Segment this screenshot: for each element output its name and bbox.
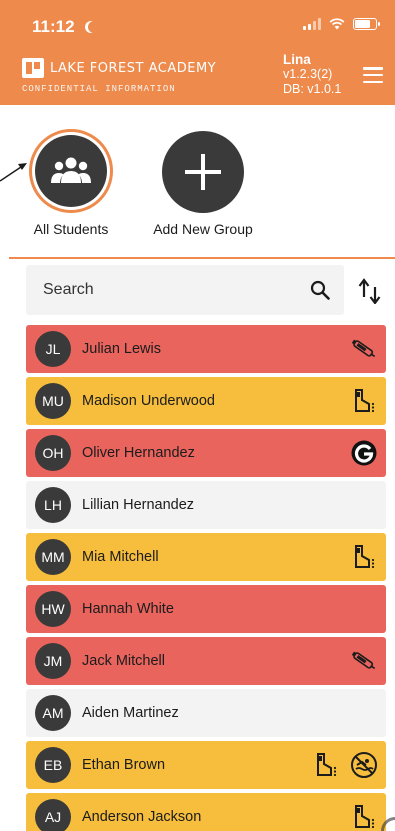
signal-icon	[303, 18, 321, 30]
epipen-icon	[350, 335, 378, 363]
student-name: Madison Underwood	[82, 393, 215, 409]
focus-moon-icon	[88, 21, 100, 33]
student-row[interactable]: JM Jack Mitchell	[26, 637, 386, 685]
student-avatar: JM	[35, 643, 71, 679]
student-row[interactable]: MM Mia Mitchell	[26, 533, 386, 581]
student-name: Julian Lewis	[82, 341, 161, 357]
school-name: LAKE FOREST ACADEMY	[50, 60, 217, 76]
student-avatar: AM	[35, 695, 71, 731]
db-version: DB: v1.0.1	[283, 82, 342, 96]
user-name: Lina	[283, 52, 311, 67]
school-logo-icon	[22, 58, 44, 78]
groups-bar: All Students Add New Group	[0, 105, 395, 257]
student-name: Ethan Brown	[82, 757, 166, 773]
student-row[interactable]: LH Lillian Hernandez	[26, 481, 386, 529]
sort-icon[interactable]	[358, 278, 382, 304]
student-list: JL Julian Lewis MU Madison Underwood OH Olive…	[26, 325, 386, 831]
student-condition-icons	[350, 429, 378, 477]
add-group-label: Add New Group	[153, 221, 253, 237]
user-info: Lina v1.2.3(2) DB: v1.0.1	[283, 52, 341, 97]
inhaler-icon	[312, 751, 340, 779]
student-avatar: LH	[35, 487, 71, 523]
student-avatar: JL	[35, 331, 71, 367]
student-name: Oliver Hernandez	[82, 445, 195, 461]
app-version: v1.2.3(2)	[283, 67, 333, 81]
all-students-label: All Students	[33, 221, 109, 237]
student-row[interactable]: AM Aiden Martinez	[26, 689, 386, 737]
student-name: Anderson Jackson	[82, 809, 202, 825]
search-bar[interactable]	[26, 265, 344, 315]
gluten-free-icon	[350, 439, 378, 467]
status-time-text: 11:12	[32, 17, 75, 36]
wifi-icon	[329, 18, 345, 30]
search-input[interactable]	[26, 281, 296, 299]
menu-icon[interactable]	[363, 67, 383, 83]
student-condition-icons	[350, 533, 378, 581]
add-group[interactable]: Add New Group	[148, 131, 258, 237]
student-name: Mia Mitchell	[82, 549, 159, 565]
student-condition-icons	[350, 637, 378, 685]
inhaler-icon	[350, 803, 378, 831]
status-time: 11:12	[32, 17, 98, 37]
all-students-group[interactable]: All Students	[26, 129, 116, 237]
all-students-button[interactable]	[35, 135, 107, 207]
student-avatar: OH	[35, 435, 71, 471]
student-row[interactable]: OH Oliver Hernandez	[26, 429, 386, 477]
student-name: Aiden Martinez	[82, 705, 179, 721]
inhaler-icon	[350, 387, 378, 415]
battery-icon	[353, 18, 380, 30]
student-row[interactable]: HW Hannah White	[26, 585, 386, 633]
users-group-icon	[51, 157, 91, 183]
student-avatar: EB	[35, 747, 71, 783]
status-icons	[303, 18, 380, 30]
student-avatar: MM	[35, 539, 71, 575]
student-name: Jack Mitchell	[82, 653, 165, 669]
all-students-ring[interactable]	[29, 129, 113, 213]
student-row[interactable]: AJ Anderson Jackson	[26, 793, 386, 831]
section-divider	[9, 257, 395, 259]
student-row[interactable]: JL Julian Lewis	[26, 325, 386, 373]
student-name: Hannah White	[82, 601, 174, 617]
school-subtitle: CONFIDENTIAL INFORMATION	[22, 84, 176, 94]
student-condition-icons	[312, 741, 378, 789]
student-avatar: AJ	[35, 799, 71, 831]
student-row[interactable]: MU Madison Underwood	[26, 377, 386, 425]
student-name: Lillian Hernandez	[82, 497, 195, 513]
student-row[interactable]: EB Ethan Brown	[26, 741, 386, 789]
no-swimming-icon	[350, 751, 378, 779]
epipen-icon	[350, 647, 378, 675]
student-condition-icons	[350, 325, 378, 373]
inhaler-icon	[350, 543, 378, 571]
student-condition-icons	[350, 377, 378, 425]
school-logo: LAKE FOREST ACADEMY	[22, 58, 216, 78]
student-avatar: MU	[35, 383, 71, 419]
app-header: 11:12 LAKE FOREST ACADEMY CONFIDENTIAL I…	[0, 0, 395, 105]
search-icon[interactable]	[310, 280, 330, 300]
student-avatar: HW	[35, 591, 71, 627]
plus-icon	[185, 154, 221, 190]
student-condition-icons	[350, 793, 378, 831]
add-group-button[interactable]	[162, 131, 244, 213]
